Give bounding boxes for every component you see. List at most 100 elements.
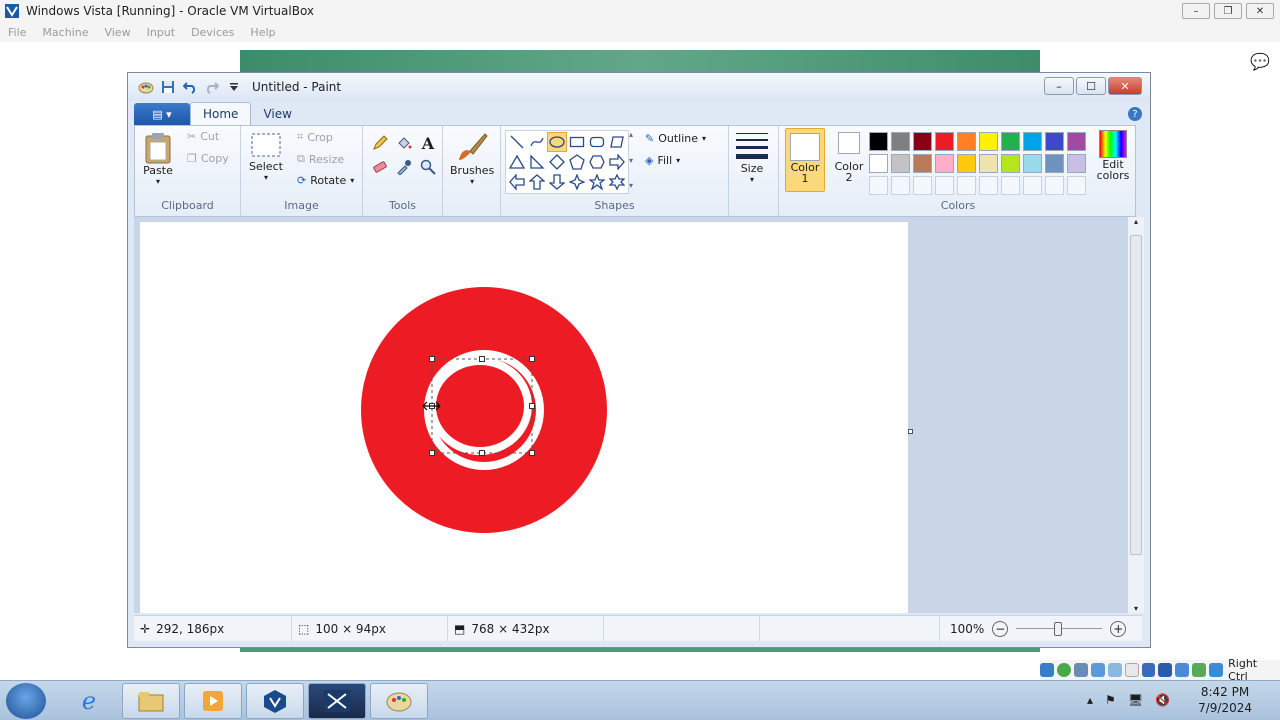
shape-line-icon[interactable] (507, 132, 527, 152)
color-swatch[interactable] (935, 132, 954, 151)
color-picker-icon[interactable] (393, 156, 415, 178)
selected-oval[interactable] (428, 357, 532, 455)
custom-color-slot[interactable] (913, 176, 932, 195)
start-button[interactable] (6, 683, 46, 719)
shape-six-point-star-icon[interactable] (607, 172, 627, 192)
select-button[interactable]: Select ▾ (249, 130, 283, 182)
host-minimize-button[interactable]: – (1182, 3, 1210, 19)
canvas-resize-handle[interactable] (908, 429, 913, 434)
color-swatch[interactable] (869, 154, 888, 173)
custom-color-slot[interactable] (1045, 176, 1064, 195)
shape-hexagon-icon[interactable] (587, 152, 607, 172)
shape-up-arrow-icon[interactable] (527, 172, 547, 192)
hard-disk-icon[interactable] (1040, 663, 1054, 677)
custom-color-slot[interactable] (979, 176, 998, 195)
selection-handle[interactable] (529, 356, 535, 362)
shape-down-arrow-icon[interactable] (547, 172, 567, 192)
eraser-icon[interactable] (369, 156, 391, 178)
scroll-down-arrow-icon[interactable]: ▾ (1128, 604, 1144, 613)
shape-right-arrow-icon[interactable] (607, 152, 627, 172)
network-tray-icon[interactable]: 🖥 (1128, 693, 1143, 707)
color-swatch[interactable] (1045, 154, 1064, 173)
selection-handle[interactable] (479, 356, 485, 362)
save-icon[interactable] (160, 79, 176, 95)
host-close-button[interactable]: ✕ (1246, 3, 1274, 19)
color-swatch[interactable] (891, 132, 910, 151)
undo-icon[interactable] (182, 79, 198, 95)
vista-vm-taskbar-icon[interactable] (308, 683, 366, 719)
usb-icon[interactable] (1107, 663, 1122, 677)
custom-color-slot[interactable] (957, 176, 976, 195)
zoom-slider-thumb[interactable] (1054, 621, 1063, 636)
color-swatch[interactable] (1023, 154, 1042, 173)
explorer-icon[interactable] (122, 683, 180, 719)
keyboard-icon[interactable] (1209, 663, 1224, 677)
customize-qat-icon[interactable] (226, 79, 242, 95)
cut-button[interactable]: ✂ Cut (187, 130, 219, 143)
color-swatch[interactable] (979, 154, 998, 173)
shape-left-arrow-icon[interactable] (507, 172, 527, 192)
custom-color-slot[interactable] (935, 176, 954, 195)
show-hidden-icons-icon[interactable]: ▴ (1087, 693, 1093, 707)
shape-rectangle-icon[interactable] (567, 132, 587, 152)
fill-bucket-icon[interactable] (393, 132, 415, 154)
zoom-slider[interactable] (1016, 621, 1103, 637)
flag-icon[interactable]: ⚑ (1105, 693, 1116, 707)
shape-polygon-icon[interactable] (607, 132, 627, 152)
shape-right-triangle-icon[interactable] (527, 152, 547, 172)
fill-button[interactable]: ◈ Fill ▾ (645, 154, 680, 167)
menu-devices[interactable]: Devices (191, 26, 234, 39)
size-button[interactable]: Size ▾ (735, 130, 769, 184)
color-swatch[interactable] (979, 132, 998, 151)
clock[interactable]: 8:42 PM 7/9/2024 (1198, 684, 1252, 716)
shapes-gallery-scroll[interactable]: ▴ ▾ ▾ (629, 130, 639, 190)
color1-button[interactable]: Color 1 (785, 128, 825, 192)
paint-maximize-button[interactable]: ☐ (1076, 77, 1106, 95)
selection-handle[interactable] (529, 450, 535, 456)
color-swatch[interactable] (1067, 132, 1086, 151)
menu-input[interactable]: Input (147, 26, 175, 39)
audio-icon[interactable] (1073, 663, 1088, 677)
shape-five-point-star-icon[interactable] (587, 172, 607, 192)
pencil-icon[interactable] (369, 132, 391, 154)
drawing-canvas[interactable] (140, 222, 908, 613)
resize-button[interactable]: ⧉ Resize (297, 152, 344, 166)
zoom-in-icon[interactable]: + (1110, 620, 1127, 637)
magnifier-icon[interactable] (417, 156, 439, 178)
tab-view[interactable]: View (251, 103, 303, 125)
crop-button[interactable]: ⌗ Crop (297, 130, 333, 144)
virtualbox-taskbar-icon[interactable] (246, 683, 304, 719)
mouse-integration-icon[interactable] (1192, 663, 1207, 677)
shape-curve-icon[interactable] (527, 132, 547, 152)
volume-muted-icon[interactable]: 🔇 (1155, 693, 1170, 707)
color-swatch[interactable] (891, 154, 910, 173)
text-icon[interactable]: A (417, 132, 439, 154)
menu-help[interactable]: Help (250, 26, 275, 39)
notification-icon[interactable]: 💬 (1250, 52, 1270, 71)
selection-handle[interactable] (529, 403, 535, 409)
paint-taskbar-icon[interactable] (370, 683, 428, 719)
shape-four-point-star-icon[interactable] (567, 172, 587, 192)
color-swatch[interactable] (1045, 132, 1064, 151)
network-icon[interactable] (1090, 663, 1105, 677)
menu-file[interactable]: File (8, 26, 26, 39)
menu-view[interactable]: View (104, 26, 130, 39)
custom-color-slot[interactable] (1001, 176, 1020, 195)
color-swatch[interactable] (1001, 132, 1020, 151)
color-swatch[interactable] (1023, 132, 1042, 151)
redo-icon[interactable] (204, 79, 220, 95)
color-swatch[interactable] (1067, 154, 1086, 173)
optical-drive-icon[interactable] (1056, 663, 1071, 677)
zoom-out-icon[interactable]: − (992, 620, 1009, 637)
shape-diamond-icon[interactable] (547, 152, 567, 172)
color-swatch[interactable] (1001, 154, 1020, 173)
shape-oval-icon[interactable] (547, 132, 567, 152)
custom-color-slot[interactable] (869, 176, 888, 195)
recording-icon[interactable] (1158, 663, 1173, 677)
cpu-icon[interactable] (1175, 663, 1190, 677)
shared-folders-icon[interactable] (1124, 663, 1139, 677)
custom-color-slot[interactable] (1067, 176, 1086, 195)
color-swatch[interactable] (957, 154, 976, 173)
internet-explorer-icon[interactable]: e (60, 683, 118, 719)
paint-menu-button[interactable]: ▤ ▾ (134, 103, 190, 125)
